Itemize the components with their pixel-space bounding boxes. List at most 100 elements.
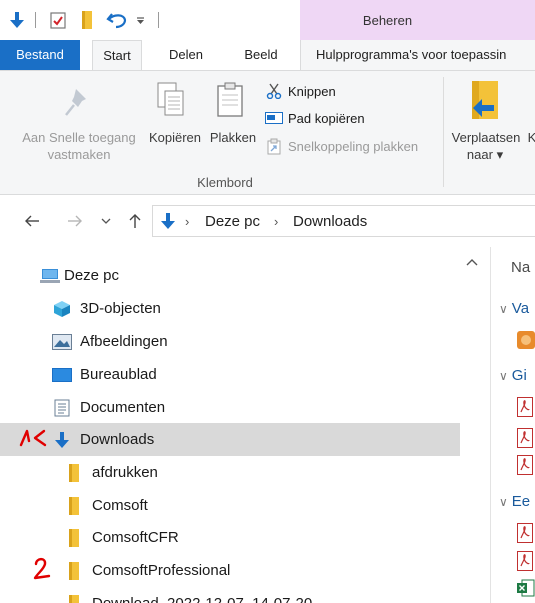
paste-shortcut-label: Snelkoppeling plakken [288, 138, 419, 154]
properties-check-icon[interactable] [48, 10, 68, 30]
folder-icon [64, 594, 84, 603]
nav-item-documents[interactable]: Documenten [0, 391, 460, 424]
pdf-file-icon[interactable] [517, 397, 535, 417]
copy-button[interactable]: Kopiëren [144, 129, 206, 146]
nav-item-pictures[interactable]: Afbeeldingen [0, 325, 460, 358]
nav-item-downloads[interactable]: Downloads [0, 423, 460, 456]
chevron-down-icon: ∨ [499, 495, 508, 509]
copy-path-icon [265, 109, 283, 127]
tab-file[interactable]: Bestand [0, 40, 80, 70]
desktop-icon [52, 365, 72, 385]
tab-start[interactable]: Start [92, 40, 142, 71]
nav-item-label: Comsoft [92, 497, 148, 514]
paste-shortcut-icon [265, 137, 283, 155]
scroll-up-button[interactable] [465, 255, 479, 267]
undo-icon[interactable] [105, 10, 129, 30]
column-header-name[interactable]: Na [511, 259, 530, 276]
title-bar: Beheren [0, 0, 535, 40]
tab-application-tools[interactable]: Hulpprogramma's voor toepassin [316, 40, 535, 70]
nav-item-folder-comsoftprofessional[interactable]: ComsoftProfessional [0, 554, 460, 587]
copy-icon [156, 81, 186, 122]
address-row: › Deze pc › Downloads [0, 195, 535, 247]
address-bar[interactable]: › Deze pc › Downloads [152, 205, 535, 237]
paste-button[interactable]: Plakken [205, 129, 261, 146]
quick-access-separator [35, 12, 36, 28]
customize-dropdown-icon[interactable] [134, 10, 146, 30]
chevron-down-icon: ∨ [499, 369, 508, 383]
forward-button[interactable] [65, 210, 85, 232]
nav-item-label: Bureaublad [80, 366, 157, 383]
folder-icon [64, 496, 84, 516]
next-ribbon-button-partial[interactable]: K [527, 129, 535, 146]
nav-item-desktop[interactable]: Bureaublad [0, 358, 460, 391]
back-button[interactable] [22, 210, 42, 232]
annotation-mark-2 [33, 557, 51, 580]
chevron-down-icon [101, 218, 111, 224]
chevron-down-icon: ∨ [499, 302, 508, 316]
folder-icon [64, 528, 84, 548]
pdf-file-icon[interactable] [517, 523, 535, 543]
up-arrow-icon [129, 214, 141, 228]
down-arrow-icon[interactable] [8, 10, 26, 30]
tab-view[interactable]: Beeld [233, 40, 289, 70]
nav-item-this-pc[interactable]: Deze pc [0, 259, 460, 292]
cut-label: Knippen [288, 83, 336, 99]
nav-item-folder-comsoftcfr[interactable]: ComsoftCFR [0, 521, 460, 554]
breadcrumb-separator[interactable]: › [274, 214, 278, 229]
chevron-up-icon [466, 259, 478, 266]
scissors-icon [265, 82, 283, 100]
3d-objects-icon [52, 299, 72, 319]
ribbon: Aan Snelle toegang vastmaken Kopiëren Pl… [0, 70, 535, 195]
nav-item-folder-comsoft[interactable]: Comsoft [0, 489, 460, 522]
clipboard-group-label: Klembord [197, 175, 253, 190]
nav-item-label: Afbeeldingen [80, 333, 168, 350]
recent-locations-button[interactable] [99, 210, 113, 232]
breadcrumb-separator[interactable]: › [185, 214, 189, 229]
paste-shortcut-button[interactable]: Snelkoppeling plakken [265, 136, 418, 156]
nav-item-folder-download-2022[interactable]: Download_2022-12-07_14-07-20 [0, 587, 460, 603]
cut-button[interactable]: Knippen [265, 81, 336, 101]
move-to-icon [468, 79, 504, 126]
nav-item-label: ComsoftProfessional [92, 562, 231, 579]
this-pc-icon [40, 266, 60, 286]
excel-file-icon[interactable] [517, 579, 535, 599]
testo-file-icon[interactable] [517, 331, 535, 351]
group-header-3[interactable]: ∨ Ee [499, 493, 530, 510]
pin-icon [64, 85, 94, 122]
pictures-icon [52, 332, 72, 352]
move-to-label-line2: naar ▾ [466, 147, 504, 162]
downloads-icon [52, 430, 72, 450]
ribbon-tabs: Bestand Start Delen Beeld Hulpprogramma'… [0, 40, 535, 71]
copy-path-button[interactable]: Pad kopiëren [265, 108, 365, 128]
folder-icon [64, 463, 84, 483]
annotation-mark-1 [19, 429, 47, 447]
back-arrow-icon [25, 215, 39, 227]
up-button[interactable] [126, 210, 144, 232]
copy-path-label: Pad kopiëren [288, 110, 365, 126]
ribbon-group-separator [443, 77, 444, 187]
breadcrumb-downloads[interactable]: Downloads [293, 213, 367, 230]
pin-label-line2: vastmaken [47, 147, 111, 162]
nav-item-3d-objects[interactable]: 3D-objecten [0, 292, 460, 325]
navigation-pane: Deze pc 3D-objecten Afbeeldingen Bureaub… [0, 247, 490, 603]
group-header-1[interactable]: ∨ Va [499, 300, 529, 317]
nav-item-label: afdrukken [92, 464, 158, 481]
file-list-pane: Na ∨ Va ∨ Gi ∨ Ee [491, 247, 535, 603]
nav-item-folder-afdrukken[interactable]: afdrukken [0, 456, 460, 489]
breadcrumb-this-pc[interactable]: Deze pc [205, 213, 260, 230]
documents-icon [52, 398, 72, 418]
quick-access-separator [158, 12, 159, 28]
tab-share[interactable]: Delen [160, 40, 212, 70]
forward-arrow-icon [68, 215, 82, 227]
nav-item-label: Downloads [80, 431, 155, 448]
pin-label-line1: Aan Snelle toegang [22, 130, 136, 145]
move-to-dropdown-icon: ▾ [496, 147, 504, 162]
folder-icon [64, 561, 84, 581]
group-header-2[interactable]: ∨ Gi [499, 367, 527, 384]
manage-context-label[interactable]: Beheren [300, 13, 475, 28]
pdf-file-icon[interactable] [517, 455, 535, 475]
pdf-file-icon[interactable] [517, 551, 535, 571]
pdf-file-icon[interactable] [517, 428, 535, 448]
new-folder-icon[interactable] [80, 10, 94, 30]
move-to-label-line1: Verplaatsen [451, 130, 521, 145]
